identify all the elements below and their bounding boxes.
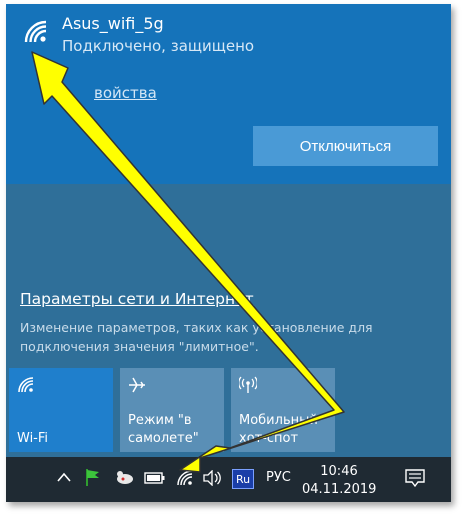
volume-icon[interactable] <box>202 470 222 486</box>
clock-time: 10:46 <box>320 464 358 479</box>
flag-tray-icon[interactable] <box>84 467 102 487</box>
tile-airplane-mode[interactable]: Режим "в самолете" <box>120 368 224 452</box>
network-settings-description: Изменение параметров, таких как установл… <box>20 320 373 354</box>
clock[interactable]: 10:46 04.11.2019 <box>302 463 376 499</box>
notifications-icon[interactable] <box>404 468 426 488</box>
show-hidden-icons-chevron-icon[interactable] <box>56 470 72 484</box>
battery-icon[interactable] <box>144 471 166 485</box>
network-name: Asus_wifi_5g <box>62 14 164 33</box>
wifi-icon <box>24 20 47 43</box>
tile-wifi[interactable]: Wi-Fi <box>9 368 113 452</box>
network-settings-link[interactable]: Параметры сети и Интернет <box>20 290 254 308</box>
tile-label: Мобильный хот-спот <box>239 413 318 446</box>
wifi-tray-icon[interactable] <box>176 469 194 487</box>
network-status: Подключено, защищено <box>62 37 255 55</box>
tile-label: Wi-Fi <box>17 431 49 446</box>
tile-label: Режим "в самолете" <box>128 413 199 446</box>
connected-network-panel[interactable]: Asus_wifi_5g Подключено, защищено войств… <box>6 4 451 184</box>
taskbar: Ru РУС 10:46 04.11.2019 <box>6 457 451 502</box>
network-flyout: Asus_wifi_5g Подключено, защищено войств… <box>6 4 451 502</box>
wifi-icon <box>18 377 34 393</box>
animal-tray-icon[interactable] <box>114 468 136 486</box>
input-language[interactable]: РУС <box>266 470 291 485</box>
hotspot-icon <box>239 376 257 393</box>
airplane-icon <box>129 377 145 393</box>
clock-date: 04.11.2019 <box>302 482 377 497</box>
properties-link[interactable]: войства <box>94 84 157 102</box>
disconnect-button[interactable]: Отключиться <box>253 126 438 166</box>
language-badge[interactable]: Ru <box>232 469 254 489</box>
tile-mobile-hotspot[interactable]: Мобильный хот-спот <box>231 368 335 452</box>
